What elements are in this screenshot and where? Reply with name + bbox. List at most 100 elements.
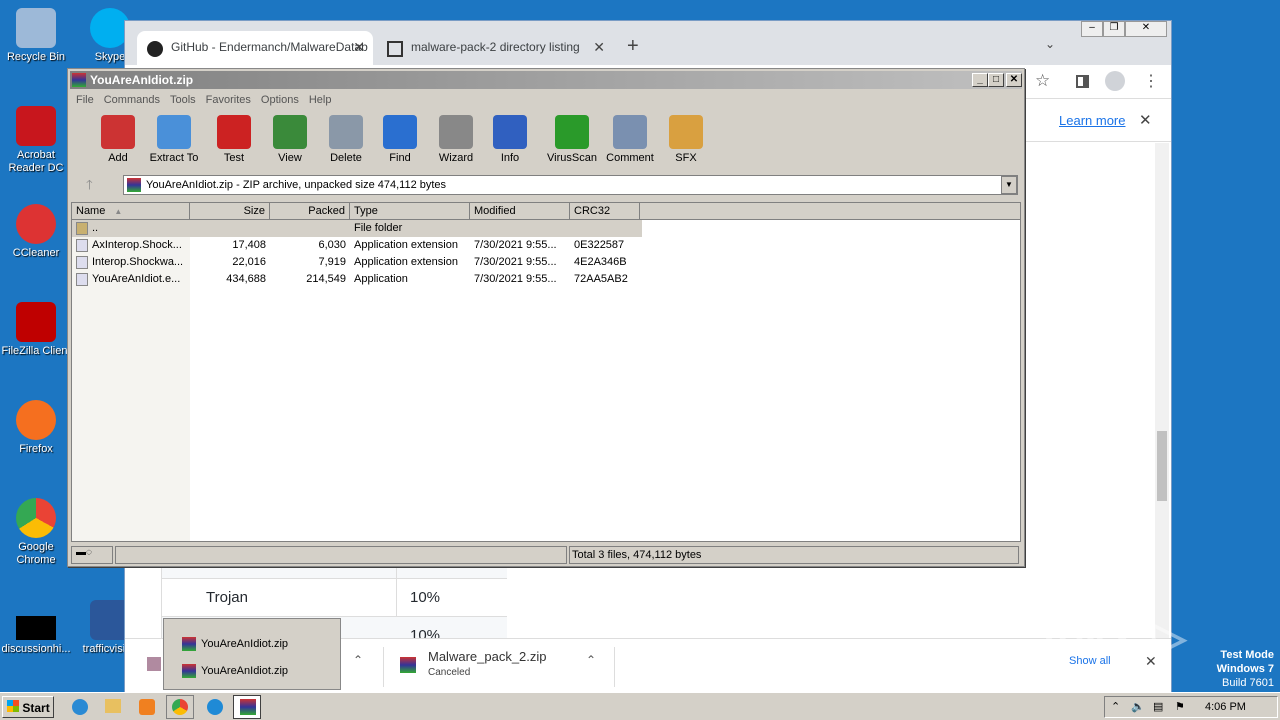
explorer-icon[interactable] — [105, 699, 121, 713]
tray-expand-icon[interactable]: ⌃ — [1111, 700, 1120, 713]
column-packed[interactable]: Packed — [270, 203, 350, 220]
maximize-button[interactable]: □ — [988, 73, 1004, 87]
table-row[interactable]: .. File folder — [72, 220, 642, 237]
toolbar-test-button[interactable]: Test — [206, 115, 262, 164]
winrar-icon — [182, 637, 196, 651]
column-crc32[interactable]: CRC32 — [570, 203, 640, 220]
test-mode-text: Test Mode Windows 7 Build 7601 — [1216, 649, 1274, 689]
close-tab-icon[interactable]: ✕ — [353, 39, 365, 56]
learn-more-link[interactable]: Learn more — [1059, 113, 1125, 128]
toolbar-virusscan-button[interactable]: VirusScan — [544, 115, 600, 164]
firefox-icon — [16, 400, 56, 440]
file-list: Name ▲ Size Packed Type Modified CRC32 .… — [71, 202, 1021, 542]
toolbar-sfx-button[interactable]: SFX — [658, 115, 714, 164]
popup-item[interactable]: YouAreAnIdiot.zip — [182, 664, 288, 678]
close-window-icon[interactable]: ✕ — [1125, 21, 1167, 37]
table-row[interactable]: Interop.Shockwa... 22,016 7,919 Application… — [72, 254, 642, 271]
column-name[interactable]: Name ▲ — [72, 203, 190, 220]
clock[interactable]: 4:06 PM — [1205, 701, 1246, 713]
ccleaner-icon — [16, 204, 56, 244]
toolbar-find-button[interactable]: Find — [372, 115, 428, 164]
popup-item[interactable]: YouAreAnIdiot.zip — [182, 637, 288, 651]
download-item[interactable]: Malware_pack_2.zip Canceled ⌃ — [383, 647, 615, 687]
column-type[interactable]: Type — [350, 203, 470, 220]
toolbar-delete-button[interactable]: Delete — [318, 115, 374, 164]
volume-icon[interactable]: 🔈 — [1131, 700, 1145, 713]
desktop-icon-firefox[interactable]: Firefox — [0, 400, 74, 456]
network-icon[interactable]: ▤ — [1153, 700, 1163, 713]
status-bar: ▬◌ Total 3 files, 474,112 bytes — [71, 546, 1021, 564]
recycle-bin-icon — [16, 8, 56, 48]
ie-icon[interactable] — [72, 699, 88, 715]
desktop-icon-discussion[interactable]: discussionhi... — [0, 616, 74, 656]
up-arrow-icon[interactable]: 🡑 — [86, 176, 93, 198]
info-icon — [493, 115, 527, 149]
winrar-window: YouAreAnIdiot.zip _ □ ✕ File Commands Tools F… — [67, 68, 1025, 567]
wizard-icon — [439, 115, 473, 149]
acrobat-icon — [16, 106, 56, 146]
desktop-icon-recycle-bin[interactable]: Recycle Bin — [0, 8, 74, 64]
toolbar-wizard-button[interactable]: Wizard — [428, 115, 484, 164]
winrar-taskbar-icon[interactable] — [233, 695, 261, 719]
desktop-icon-ccleaner[interactable]: CCleaner — [0, 204, 74, 260]
minimize-icon[interactable]: ‒ — [1081, 21, 1103, 37]
add-icon — [101, 115, 135, 149]
start-button[interactable]: Start — [2, 696, 54, 718]
menu-options[interactable]: Options — [261, 94, 299, 106]
chrome-taskbar-icon[interactable] — [166, 695, 194, 719]
minimize-button[interactable]: _ — [972, 73, 988, 87]
toolbar-extract-to-button[interactable]: Extract To — [146, 115, 202, 164]
desktop-icon-acrobat[interactable]: Acrobat Reader DC — [0, 106, 74, 175]
edge-icon[interactable] — [207, 699, 223, 715]
tab-bar: GitHub - Endermanch/MalwareDatab ✕ malwar… — [125, 21, 1171, 65]
toolbar-info-button[interactable]: Info — [482, 115, 538, 164]
new-tab-icon[interactable]: + — [627, 35, 639, 58]
menu-favorites[interactable]: Favorites — [206, 94, 251, 106]
archive-icon — [387, 41, 403, 57]
bookmark-star-icon[interactable]: ☆ — [1035, 71, 1050, 91]
column-modified[interactable]: Modified — [470, 203, 570, 220]
menu-icon[interactable]: ⋮ — [1143, 71, 1159, 91]
desktop-icon-chrome[interactable]: Google Chrome — [0, 498, 74, 567]
delete-icon — [329, 115, 363, 149]
close-button[interactable]: ✕ — [1006, 73, 1022, 87]
menu-commands[interactable]: Commands — [104, 94, 160, 106]
close-infobar-icon[interactable]: ✕ — [1139, 111, 1152, 129]
toolbar-view-button[interactable]: View — [262, 115, 318, 164]
filezilla-icon — [16, 302, 56, 342]
tab-github[interactable]: GitHub - Endermanch/MalwareDatab ✕ — [137, 31, 373, 65]
sfx-icon — [669, 115, 703, 149]
table-row[interactable]: YouAreAnIdiot.e... 434,688 214,549 Applicat… — [72, 271, 642, 288]
side-panel-icon[interactable] — [1076, 75, 1089, 88]
menu-tools[interactable]: Tools — [170, 94, 196, 106]
winrar-icon — [182, 664, 196, 678]
winrar-icon — [400, 657, 416, 673]
windows-logo-icon — [7, 700, 19, 712]
toolbar-comment-button[interactable]: Comment — [602, 115, 658, 164]
page-scrollbar[interactable] — [1155, 143, 1169, 638]
table-row: Trojan 10% — [162, 523, 507, 617]
chevron-up-icon[interactable]: ⌃ — [586, 653, 596, 667]
tab-search-icon[interactable]: ⌄ — [1045, 37, 1055, 51]
column-size[interactable]: Size — [190, 203, 270, 220]
tab-malware-pack[interactable]: malware-pack-2 directory listing ✕ — [377, 31, 613, 65]
file-icon — [76, 256, 88, 269]
desktop-icon-filezilla[interactable]: FileZilla Client — [0, 302, 74, 358]
toolbar-add-button[interactable]: Add — [90, 115, 146, 164]
address-bar[interactable]: YouAreAnIdiot.zip - ZIP archive, unpacke… — [123, 175, 1018, 195]
profile-icon[interactable] — [1105, 71, 1125, 91]
sort-ascending-icon: ▲ — [114, 207, 123, 216]
dropdown-arrow-icon[interactable]: ▼ — [1001, 176, 1017, 194]
table-row[interactable]: AxInterop.Shock... 17,408 6,030 Application… — [72, 237, 642, 254]
close-tab-icon[interactable]: ✕ — [593, 39, 605, 56]
winrar-icon — [72, 73, 86, 87]
chevron-up-icon[interactable]: ⌃ — [353, 653, 363, 667]
menu-file[interactable]: File — [76, 94, 94, 106]
menu-help[interactable]: Help — [309, 94, 332, 106]
media-player-icon[interactable] — [139, 699, 155, 715]
restore-icon[interactable]: ❐ — [1103, 21, 1125, 37]
winrar-icon — [127, 178, 141, 192]
comment-icon — [613, 115, 647, 149]
scrollbar-thumb[interactable] — [1157, 431, 1167, 501]
flag-icon[interactable]: ⚑ — [1175, 700, 1185, 713]
